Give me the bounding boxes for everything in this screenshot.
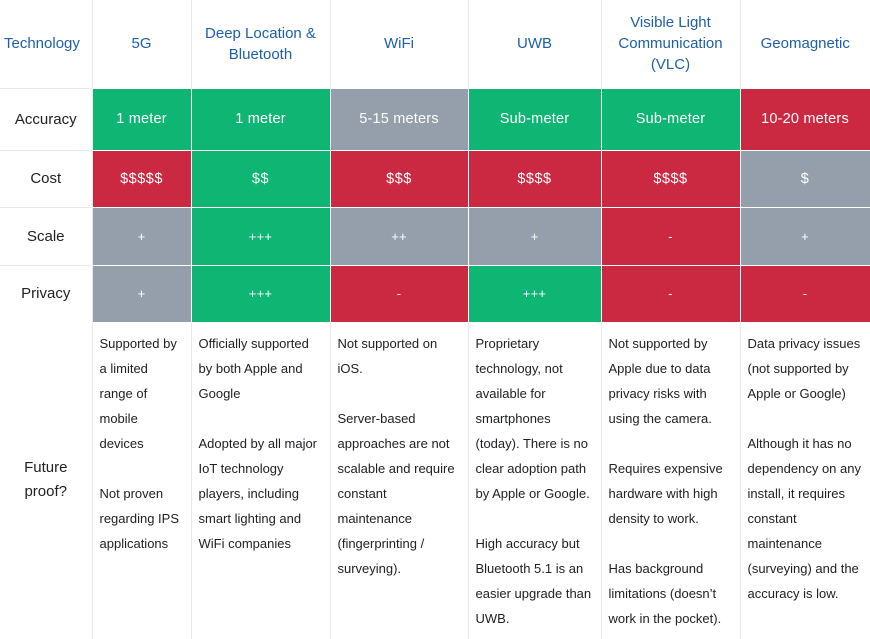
cell-accuracy-geomagnetic: 10-20 meters [739,87,870,151]
cell-accuracy-deep-location-bluetooth: 1 meter [190,87,331,151]
table-row-scale: Scale + +++ ++ + - + [0,206,870,266]
cell-scale-uwb: + [467,206,602,266]
header-deep-location-bluetooth: Deep Location & Bluetooth [190,0,331,88]
cell-scale-deep-location-bluetooth: +++ [190,206,331,266]
header-wifi: WiFi [329,0,469,88]
cell-privacy-5g: + [91,264,192,323]
row-label-cost: Cost [0,149,93,207]
future-dlb-para-1: Officially supported by both Apple and G… [198,335,309,401]
future-wifi-para-1: Not supported on iOS. [337,335,438,376]
cell-accuracy-wifi: 5-15 meters [329,87,469,151]
future-geo-para-1: Data privacy issues (not supported by Ap… [747,335,861,401]
cell-accuracy-uwb: Sub-meter [467,87,602,151]
table-row-cost: Cost $$$$$ $$ $$$ $$$$ $$$$ $ [0,149,870,208]
cell-future-wifi: Not supported on iOS. Server-based appro… [329,322,469,639]
table-header-row: Technology 5G Deep Location & Bluetooth … [0,0,870,88]
cell-cost-deep-location-bluetooth: $$ [190,149,331,208]
header-vlc: Visible Light Communication (VLC) [600,0,741,88]
cell-privacy-wifi: - [329,264,469,323]
header-5g: 5G [91,0,192,88]
cell-scale-geomagnetic: + [739,206,870,266]
row-label-scale: Scale [0,206,93,265]
cell-privacy-vlc: - [600,264,741,323]
cell-scale-5g: + [91,206,192,266]
cell-future-vlc: Not supported by Apple due to data priva… [600,322,741,639]
future-5g-para-1: Supported by a limited range of mobile d… [99,335,177,451]
cell-cost-uwb: $$$$ [467,149,602,208]
future-dlb-para-2: Adopted by all major IoT technology play… [198,435,318,551]
row-label-privacy: Privacy [0,264,93,322]
cell-future-5g: Supported by a limited range of mobile d… [91,322,192,639]
cell-scale-wifi: ++ [329,206,469,266]
future-vlc-para-2: Requires expensive hardware with high de… [608,460,723,526]
table-row-future-proof: Future proof? Supported by a limited ran… [0,322,870,639]
technology-comparison-table: Technology 5G Deep Location & Bluetooth … [0,0,870,639]
header-geomagnetic: Geomagnetic [739,0,870,88]
cell-privacy-deep-location-bluetooth: +++ [190,264,331,323]
cell-cost-vlc: $$$$ [600,149,741,208]
cell-cost-geomagnetic: $ [739,149,870,208]
cell-privacy-geomagnetic: - [739,264,870,323]
row-label-future-proof: Future proof? [0,322,93,639]
header-uwb: UWB [467,0,602,88]
row-label-accuracy: Accuracy [0,87,93,150]
future-5g-para-2: Not proven regarding IPS applications [99,485,180,551]
cell-privacy-uwb: +++ [467,264,602,323]
future-vlc-para-3: Has background limitations (doesn’t work… [608,560,722,626]
table-row-privacy: Privacy + +++ - +++ - - [0,264,870,323]
future-vlc-para-1: Not supported by Apple due to data priva… [608,335,712,426]
header-technology: Technology [0,0,93,88]
future-uwb-para-2: High accuracy but Bluetooth 5.1 is an ea… [475,535,592,626]
cell-future-deep-location-bluetooth: Officially supported by both Apple and G… [190,322,331,639]
future-uwb-para-1: Proprietary technology, not available fo… [475,335,590,501]
future-wifi-para-2: Server-based approaches are not scalable… [337,410,455,576]
future-geo-para-2: Although it has no dependency on any ins… [747,435,861,601]
cell-cost-wifi: $$$ [329,149,469,208]
cell-accuracy-5g: 1 meter [91,87,192,151]
cell-future-geomagnetic: Data privacy issues (not supported by Ap… [739,322,870,639]
cell-scale-vlc: - [600,206,741,266]
cell-cost-5g: $$$$$ [91,149,192,208]
table-row-accuracy: Accuracy 1 meter 1 meter 5-15 meters Sub… [0,87,870,151]
cell-future-uwb: Proprietary technology, not available fo… [467,322,602,639]
cell-accuracy-vlc: Sub-meter [600,87,741,151]
